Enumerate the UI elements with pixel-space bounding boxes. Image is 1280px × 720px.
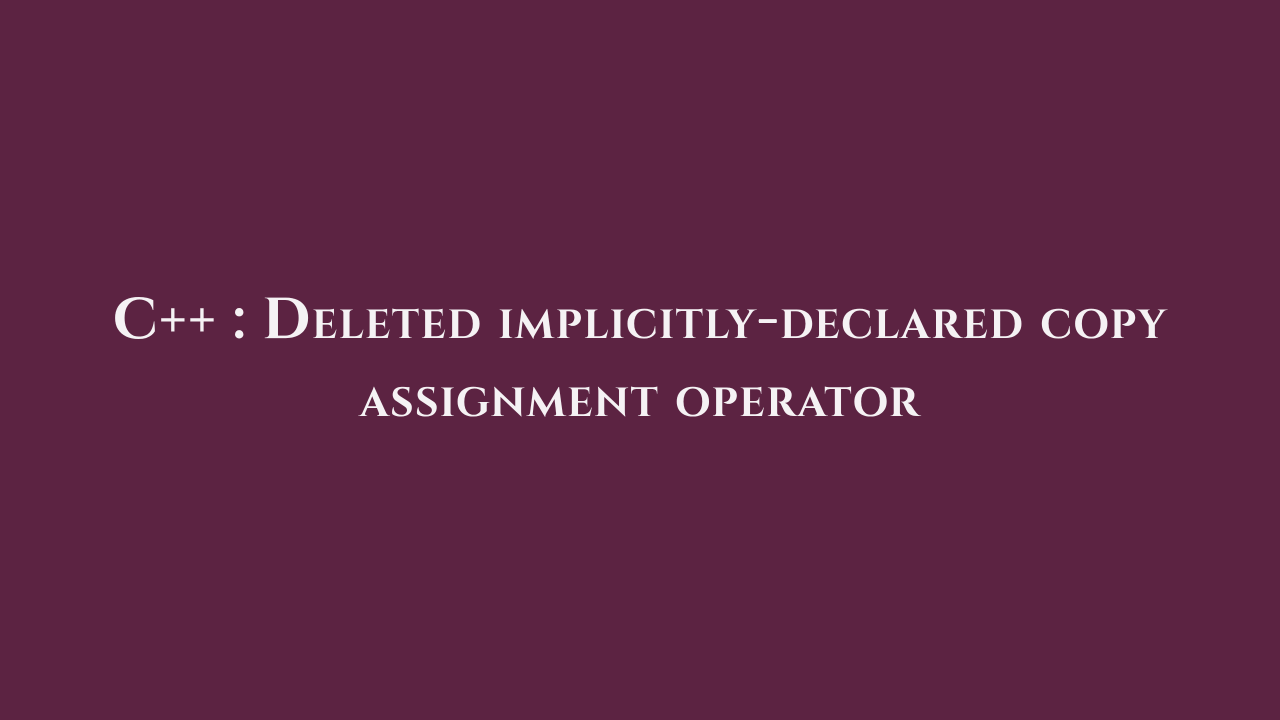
title-card: C++ : Deleted implicitly-declared copy a… bbox=[90, 282, 1190, 439]
